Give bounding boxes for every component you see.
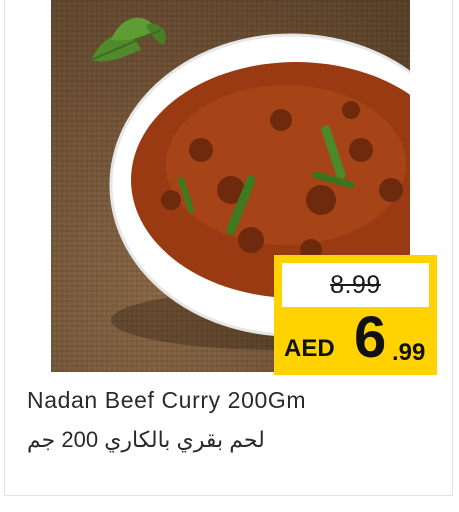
price-tag: 8.99 AED 6 .99 bbox=[274, 255, 437, 375]
price-integer: 6 bbox=[354, 305, 387, 370]
currency-label: AED bbox=[284, 335, 335, 362]
product-name-english[interactable]: Nadan Beef Curry 200Gm bbox=[27, 387, 306, 414]
cilantro-garnish bbox=[90, 17, 166, 62]
product-name-arabic[interactable]: لحم بقري بالكاري 200 جم bbox=[27, 427, 265, 453]
product-card[interactable]: 8.99 AED 6 .99 Nadan Beef Curry 200Gm لح… bbox=[0, 0, 459, 512]
old-price-strip: 8.99 bbox=[282, 263, 429, 307]
price-cents: .99 bbox=[392, 339, 426, 366]
old-price: 8.99 bbox=[330, 270, 381, 299]
